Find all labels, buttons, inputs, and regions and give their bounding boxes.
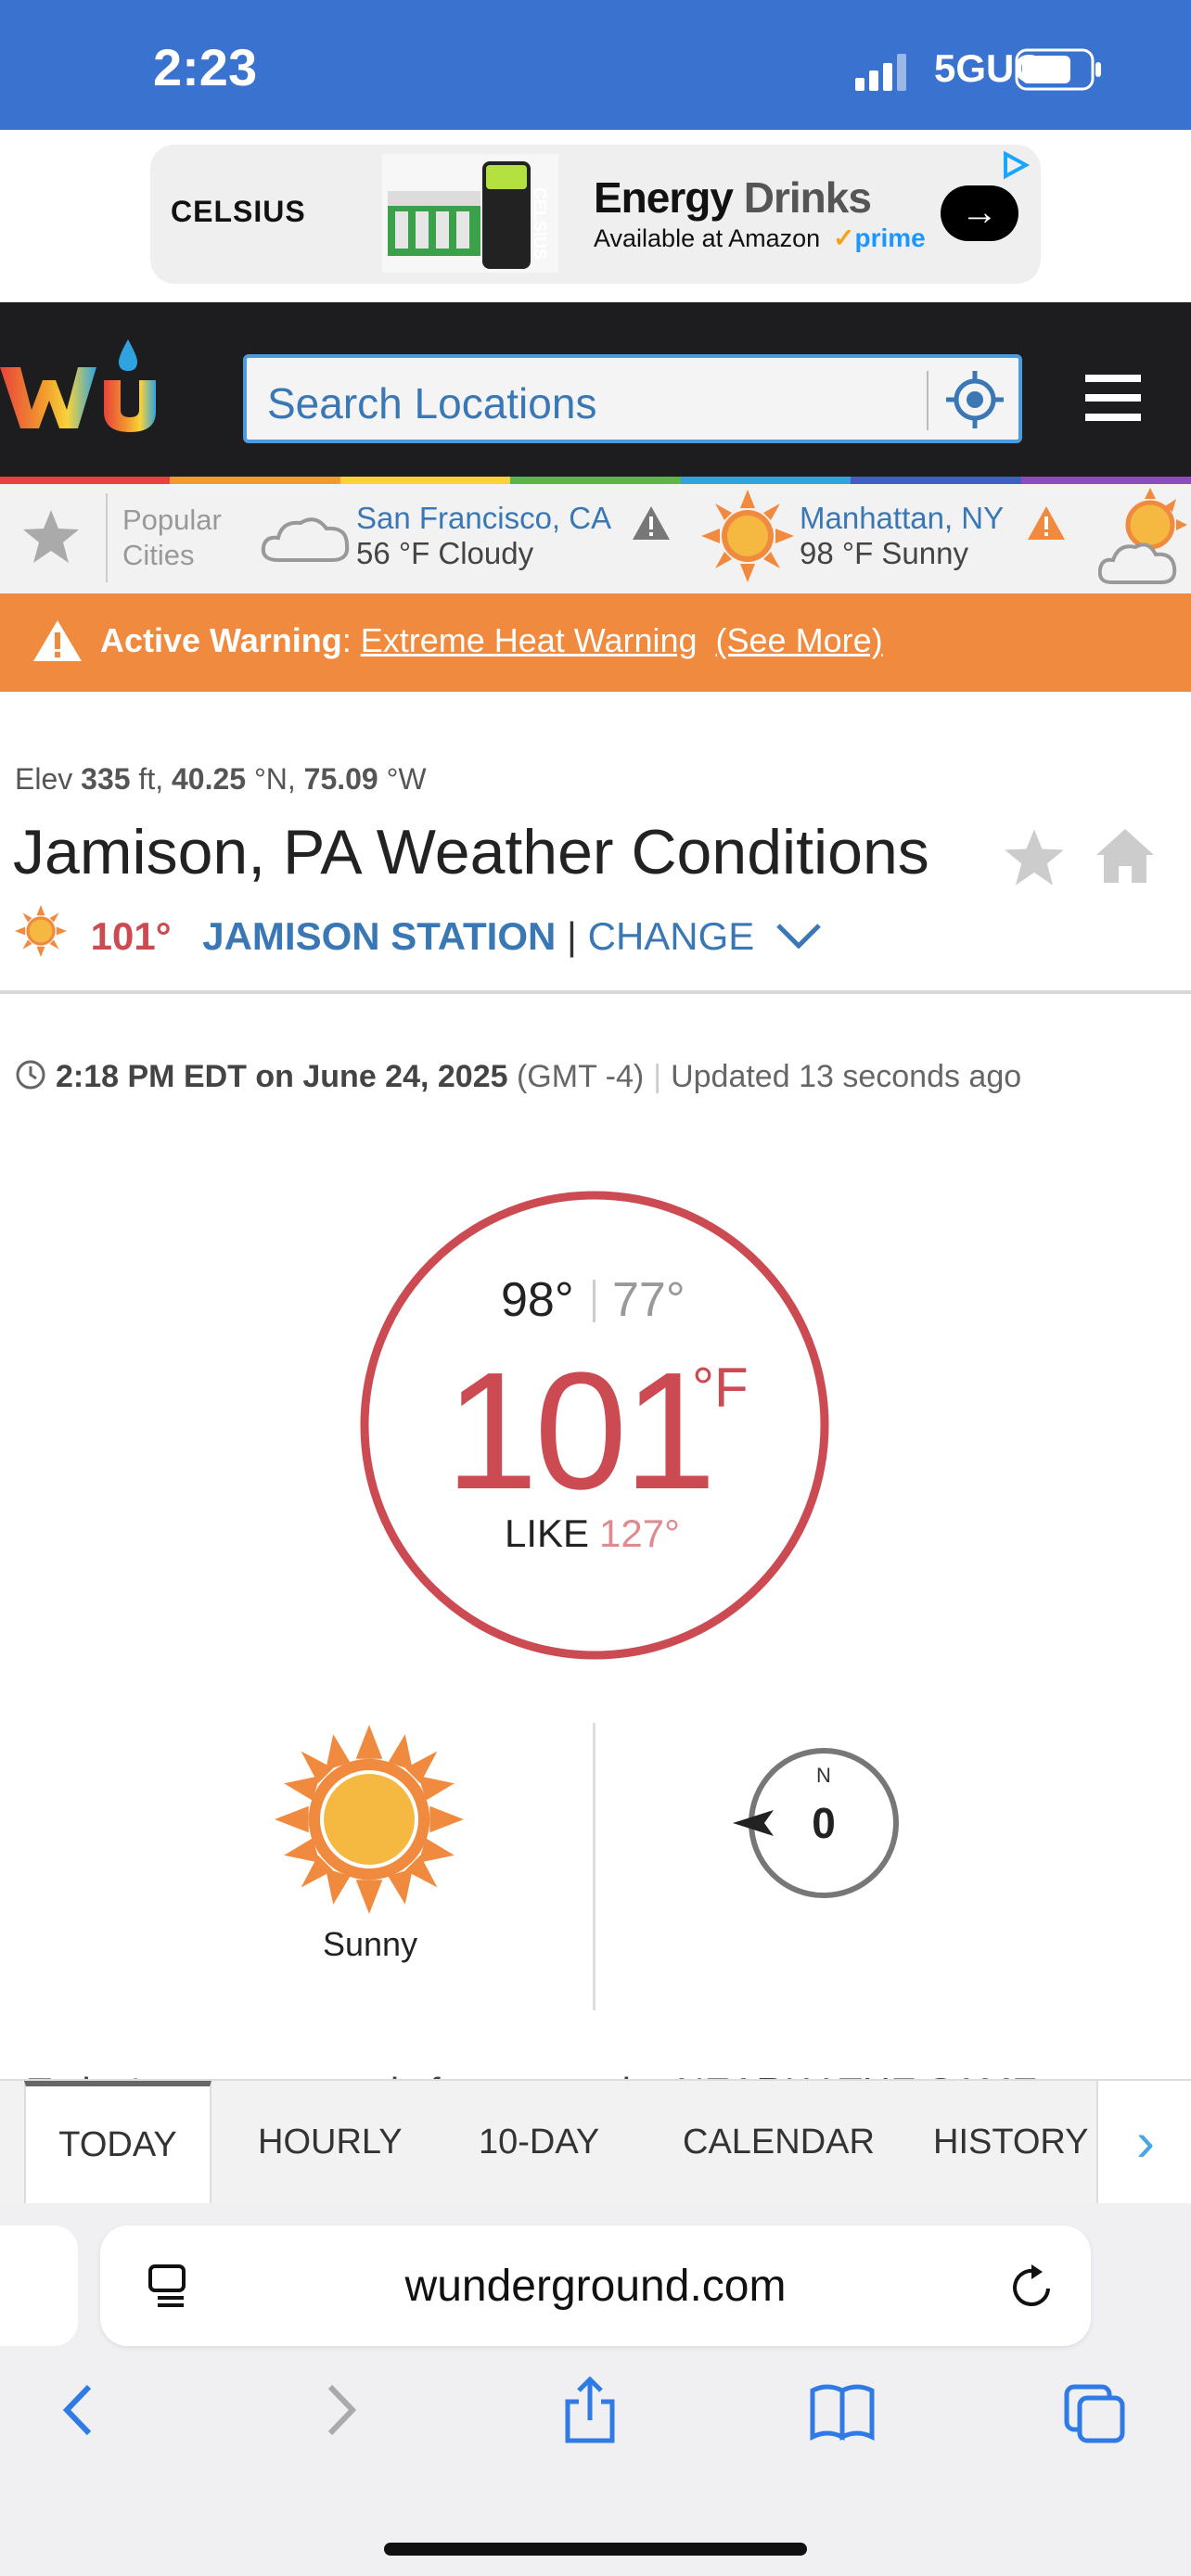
temperature-unit[interactable]: °F [692,1356,749,1420]
station-name[interactable]: JAMISON STATION [202,914,556,958]
back-icon[interactable] [46,2374,113,2446]
active-warning-bar[interactable]: Active Warning: Extreme Heat Warning (Se… [0,593,1191,692]
signal-icon [855,54,906,91]
partly-cloudy-icon [1098,488,1187,584]
popular-cities-bar: Popular Cities San Francisco, CA 56 °F C… [0,484,1191,593]
cloud-icon [261,517,350,562]
condition-label: Sunny [323,1925,418,1963]
warning-text: Active Warning: Extreme Heat Warning (Se… [100,621,883,660]
url-text: wunderground.com [404,2262,787,2311]
home-indicator [384,2543,807,2556]
warning-colon: : [341,621,361,659]
ad-subtitle: Available at Amazon [594,224,821,252]
low-temp: 77° [612,1273,685,1327]
site-header: Search Locations [0,302,1191,477]
ad-title: Energy Drinks [594,172,872,223]
reload-icon[interactable] [1005,2261,1057,2313]
search-input[interactable]: Search Locations [243,354,1022,443]
mini-temp: 101° [90,914,172,958]
rainbow-stripe [0,477,1191,484]
timestamp-time: 2:18 PM EDT on June 24, 2025 [56,1059,508,1094]
popular-cities-label: Popular Cities [122,503,222,573]
battery-icon [1015,48,1101,91]
browser-toolbar: wunderground.com [0,2203,1191,2576]
change-station-link[interactable]: CHANGE [588,914,755,958]
high-low-separator [593,1280,596,1322]
high-temp: 98° [501,1273,574,1327]
status-time: 2:23 [153,38,258,96]
conditions-divider [593,1723,596,2010]
status-bar: 2:23 5GUC [0,0,1191,130]
ad-choices-icon[interactable] [1000,150,1031,180]
city-name: Manhattan, NY [800,501,1005,535]
warning-icon [33,620,82,661]
city-condition: 98 °F Sunny [800,536,968,570]
timestamp-updated: Updated 13 seconds ago [671,1059,1022,1094]
clock-icon [16,1060,45,1090]
ad-prime-logo: ✓prime [833,223,926,252]
warning-prefix: Active Warning [100,621,342,659]
hamburger-menu-icon[interactable] [1085,375,1141,421]
timestamp-gmt: (GMT -4) [507,1059,645,1094]
wu-logo[interactable] [0,339,162,441]
station-separator: | [567,914,588,958]
tab-10-day[interactable]: 10-DAY [479,2081,599,2203]
popular-divider [106,493,108,582]
tab-history[interactable]: HISTORY [933,2081,1093,2203]
wind-speed: 0 [812,1799,836,1847]
page-title: Jamison, PA Weather Conditions [13,817,929,887]
previous-tab-peek[interactable] [0,2225,78,2346]
alert-triangle-icon [633,506,670,540]
share-icon[interactable] [557,2374,623,2446]
tab-calendar[interactable]: CALENDAR [683,2081,875,2203]
tab-hourly[interactable]: HOURLY [258,2081,403,2203]
mini-sun-icon [15,905,67,957]
city-item-manhattan[interactable]: Manhattan, NY 98 °F Sunny [800,501,1004,571]
bookmarks-icon[interactable] [809,2374,876,2446]
address-bar[interactable]: wunderground.com [100,2225,1091,2346]
ad-brand: CELSIUS [171,195,306,228]
city-condition: 56 °F Cloudy [356,536,534,570]
tab-today[interactable]: TODAY [24,2081,211,2203]
popular-label-line2: Cities [122,539,195,571]
feels-like-value: 127° [599,1511,680,1555]
favorites-star-icon[interactable] [20,506,82,567]
city-name: San Francisco, CA [356,501,612,535]
elevation-coordinates: Elev 335 ft, 40.25 °N, 75.09 °W [15,762,427,796]
sun-icon [701,490,794,582]
ad-arrow-button[interactable]: → [941,185,1018,241]
search-divider [927,371,928,430]
observation-timestamp: 2:18 PM EDT on June 24, 2025 (GMT -4) | Up… [15,1059,1021,1095]
ad-banner[interactable]: CELSIUS CELSIUS Energy Drinks Available … [150,145,1041,284]
tabs-next-arrow[interactable]: › [1096,2081,1191,2203]
ad-can-label: CELSIUS [531,187,549,260]
feels-like-label: LIKE [505,1511,590,1555]
section-divider [0,990,1191,994]
see-more-link[interactable]: (See More) [716,621,883,659]
forward-icon[interactable] [306,2374,373,2446]
ad-product-image: CELSIUS [382,154,558,273]
search-placeholder: Search Locations [267,379,597,427]
ad-title-rest: Drinks [732,173,872,222]
popular-label-line1: Popular [122,504,222,536]
favorite-star-icon[interactable] [1002,825,1067,890]
ad-title-bold: Energy [594,173,734,222]
sunny-condition-icon [275,1725,464,1914]
wind-compass: N 0 [733,1748,899,1898]
current-temperature: 101 [445,1338,716,1524]
alert-triangle-icon [1028,506,1065,540]
page-tabs: TODAY HOURLY 10-DAY CALENDAR HISTORY › [0,2079,1191,2207]
station-row: 101° JAMISON STATION | CHANGE [15,905,823,959]
wind-direction: N [816,1764,831,1787]
warning-link[interactable]: Extreme Heat Warning [361,621,698,659]
chevron-down-icon[interactable] [775,920,823,951]
city-item-san-francisco[interactable]: San Francisco, CA 56 °F Cloudy [356,501,611,571]
tabs-icon[interactable] [1061,2374,1128,2446]
locate-icon[interactable] [944,369,1005,430]
home-icon[interactable] [1093,823,1158,888]
